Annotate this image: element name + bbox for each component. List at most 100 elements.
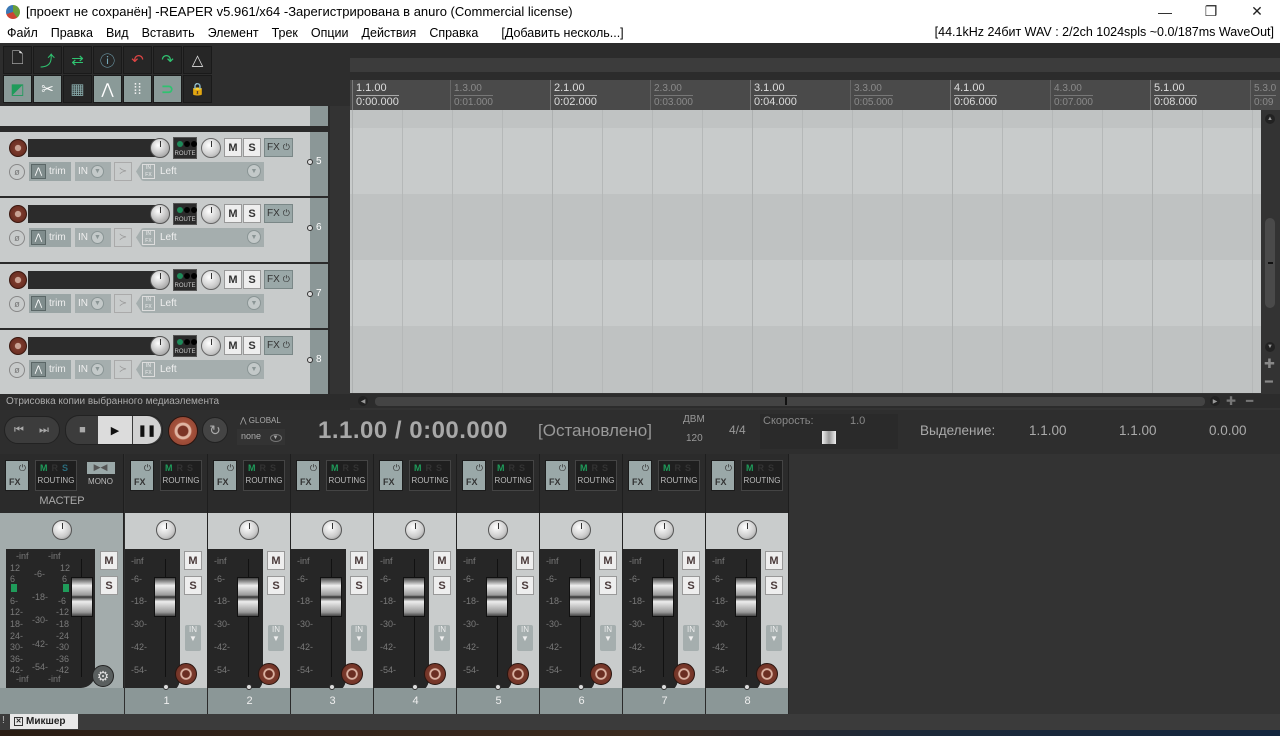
phase-invert-icon[interactable]: ø: [9, 296, 25, 312]
record-input-dropdown[interactable]: IN FX Left ▼: [136, 228, 264, 247]
automation-mode-button[interactable]: ⋀ trim: [29, 360, 71, 379]
record-arm-icon[interactable]: [507, 663, 529, 685]
volume-fader[interactable]: [652, 577, 674, 617]
master-mute-button[interactable]: M: [100, 551, 118, 570]
strip-select-dot[interactable]: [412, 684, 418, 690]
volume-fader[interactable]: [403, 577, 425, 617]
pause-icon[interactable]: ❚❚: [133, 416, 161, 444]
strip-routing-button[interactable]: MRS ROUTING: [658, 460, 700, 491]
strip-select-dot[interactable]: [246, 684, 252, 690]
input-monitor-button[interactable]: IN ▼: [75, 294, 111, 313]
menu-edit[interactable]: Правка: [44, 26, 99, 40]
free-mode-icon[interactable]: ≻: [114, 360, 132, 379]
track-name-input[interactable]: [28, 139, 168, 157]
track-header[interactable]: ROUTE M S FX ⏻ ø ⋀ trim IN ▼ ≻ IN FX Left ▼: [0, 330, 310, 396]
menu-track[interactable]: Трек: [265, 26, 304, 40]
strip-select-dot[interactable]: [661, 684, 667, 690]
ripple-edit-icon[interactable]: ✂: [33, 75, 62, 103]
strip-routing-button[interactable]: MRS ROUTING: [160, 460, 202, 491]
volume-fader[interactable]: [735, 577, 757, 617]
record-arm-icon[interactable]: [590, 663, 612, 685]
master-volume-fader[interactable]: [71, 577, 93, 617]
record-input-dropdown[interactable]: IN FX Left ▼: [136, 294, 264, 313]
record-input-dropdown[interactable]: IN FX Left ▼: [136, 162, 264, 181]
track-header[interactable]: ROUTE M S FX ⏻ ø ⋀ trim IN ▼ ≻ IN FX Left ▼: [0, 264, 310, 330]
track-name-input[interactable]: [28, 205, 168, 223]
strip-routing-button[interactable]: MRS ROUTING: [243, 460, 285, 491]
free-mode-icon[interactable]: ≻: [114, 294, 132, 313]
grid-icon[interactable]: ⁞⁞: [123, 75, 152, 103]
strip-fx-button[interactable]: ⏻ FX: [379, 460, 403, 491]
lock-icon[interactable]: 🔒: [183, 75, 212, 103]
track-volume-knob[interactable]: [150, 204, 170, 224]
minimize-icon[interactable]: —: [1142, 0, 1188, 23]
strip-fx-button[interactable]: ⏻ FX: [462, 460, 486, 491]
audio-device-status[interactable]: [44.1kHz 24бит WAV : 2/2ch 1024spls ~0.0…: [935, 25, 1274, 39]
horizontal-scroll-thumb[interactable]: [375, 397, 1205, 406]
scroll-up-icon[interactable]: ▲: [1265, 114, 1275, 124]
record-input-dropdown[interactable]: IN FX Left ▼: [136, 360, 264, 379]
track-lane[interactable]: [350, 194, 1261, 260]
strip-routing-button[interactable]: MRS ROUTING: [326, 460, 368, 491]
automation-mode-button[interactable]: ⋀ trim: [29, 228, 71, 247]
strip-mute-button[interactable]: M: [267, 551, 285, 570]
strip-mute-button[interactable]: M: [350, 551, 368, 570]
track-header[interactable]: ROUTE M S FX ⏻ ø ⋀ trim IN ▼ ≻ IN FX Left ▼: [0, 132, 310, 198]
new-project-icon[interactable]: 🗋: [3, 46, 32, 74]
record-arm-icon[interactable]: [175, 663, 197, 685]
mono-button[interactable]: ▶◀ MONO: [83, 460, 118, 491]
track-partial[interactable]: [0, 106, 310, 128]
track-lane[interactable]: [350, 110, 1261, 128]
arrange-view[interactable]: [350, 110, 1261, 393]
volume-fader[interactable]: [486, 577, 508, 617]
scroll-right-icon[interactable]: ▶: [1210, 396, 1220, 406]
phase-invert-icon[interactable]: ø: [9, 230, 25, 246]
record-arm-icon[interactable]: [424, 663, 446, 685]
strip-solo-button[interactable]: S: [350, 576, 368, 595]
strip-select-dot[interactable]: [163, 684, 169, 690]
redo-icon[interactable]: ↷: [153, 46, 182, 74]
record-arm-icon[interactable]: [9, 271, 27, 289]
strip-fx-button[interactable]: ⏻ FX: [296, 460, 320, 491]
strip-routing-button[interactable]: MRS ROUTING: [575, 460, 617, 491]
record-icon[interactable]: [168, 416, 198, 446]
strip-solo-button[interactable]: S: [184, 576, 202, 595]
strip-pan-knob[interactable]: [239, 520, 259, 540]
go-to-start-icon[interactable]: ⏮: [8, 420, 30, 440]
phase-invert-icon[interactable]: ø: [9, 362, 25, 378]
global-automation-dropdown[interactable]: none ▼: [237, 429, 285, 445]
close-icon[interactable]: ✕: [1234, 0, 1280, 23]
go-to-end-icon[interactable]: ⏭: [33, 420, 55, 440]
input-monitor-icon[interactable]: IN ▼: [351, 625, 367, 651]
menu-file[interactable]: Файл: [0, 26, 44, 40]
menu-view[interactable]: Вид: [99, 26, 135, 40]
volume-fader[interactable]: [320, 577, 342, 617]
record-arm-icon[interactable]: [341, 663, 363, 685]
mute-button[interactable]: M: [224, 336, 242, 355]
track-select-dot[interactable]: [307, 291, 313, 297]
timeline-ruler[interactable]: 1.1.00 0:00.000 1.3.00 0:01.000 2.1.00 0:02…: [350, 80, 1280, 110]
solo-button[interactable]: S: [243, 270, 261, 289]
strip-mute-button[interactable]: M: [433, 551, 451, 570]
fx-button[interactable]: FX ⏻: [264, 138, 293, 157]
grouping-icon[interactable]: ▦: [63, 75, 92, 103]
solo-button[interactable]: S: [243, 336, 261, 355]
input-monitor-icon[interactable]: IN ▼: [766, 625, 782, 651]
route-button[interactable]: ROUTE: [173, 203, 197, 225]
free-mode-icon[interactable]: ≻: [114, 162, 132, 181]
menu-item[interactable]: Элемент: [201, 26, 265, 40]
record-arm-icon[interactable]: [673, 663, 695, 685]
automation-mode-button[interactable]: ⋀ trim: [29, 162, 71, 181]
time-signature[interactable]: 4/4: [729, 423, 746, 437]
input-monitor-button[interactable]: IN ▼: [75, 162, 111, 181]
scroll-down-icon[interactable]: ▼: [1265, 342, 1275, 352]
solo-button[interactable]: S: [243, 204, 261, 223]
input-monitor-icon[interactable]: IN ▼: [600, 625, 616, 651]
strip-routing-button[interactable]: MRS ROUTING: [409, 460, 451, 491]
strip-pan-knob[interactable]: [156, 520, 176, 540]
track-pan-knob[interactable]: [201, 138, 221, 158]
strip-routing-button[interactable]: MRS ROUTING: [492, 460, 534, 491]
position-display[interactable]: 1.1.00 / 0:00.000: [318, 417, 508, 445]
play-icon[interactable]: ▶: [98, 416, 132, 444]
strip-mute-button[interactable]: M: [682, 551, 700, 570]
